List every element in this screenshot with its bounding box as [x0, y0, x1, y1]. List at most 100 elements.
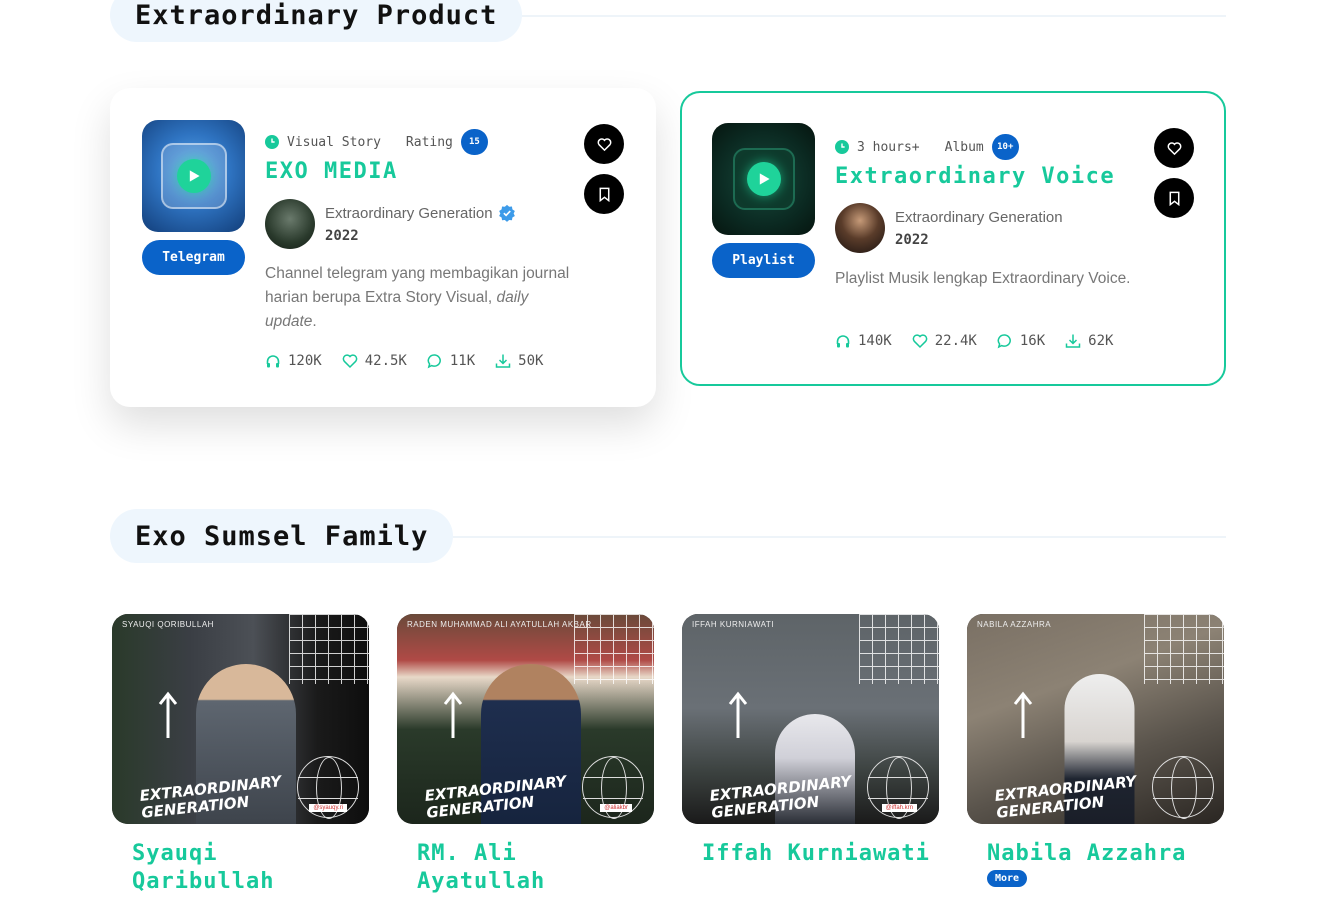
stat-value: 42.5K: [364, 353, 407, 369]
photo-handle: @iffah.krn: [881, 804, 917, 812]
member-card[interactable]: RADEN MUHAMMAD ALI AYATULLAH AKBAR EXTRA…: [397, 614, 654, 896]
meta-type: Visual Story: [287, 134, 381, 150]
meta-type: 3 hours+: [857, 139, 920, 155]
stat-value: 22.4K: [934, 333, 977, 349]
stat-value: 140K: [858, 333, 892, 349]
member-photo[interactable]: IFFAH KURNIAWATI EXTRAORDINARY GENERATIO…: [682, 614, 939, 824]
section-title: Exo Sumsel Family: [135, 520, 429, 552]
clock-icon: [835, 140, 849, 154]
section-title: Extraordinary Product: [135, 0, 498, 31]
meta-label: Rating: [405, 134, 453, 150]
product-stats: 140K 22.4K 16K 62K: [835, 333, 1133, 349]
product-thumbnail[interactable]: [142, 120, 245, 232]
description-end: .: [312, 313, 317, 330]
avatar: [265, 199, 315, 249]
product-thumbnail[interactable]: [712, 123, 815, 235]
stat-value: 11K: [449, 353, 476, 369]
product-card-extraordinary-voice[interactable]: Playlist 3 hours+ Album 10+ Extraordinar…: [680, 91, 1226, 386]
headphones-icon: [266, 355, 280, 368]
stat-downloads: 50K: [495, 353, 543, 369]
author-name-row: Extraordinary Generation: [325, 204, 516, 222]
more-button[interactable]: More: [987, 870, 1028, 887]
member-name[interactable]: RM. Ali Ayatullah: [397, 840, 654, 896]
section-header-products: Extraordinary Product: [110, 0, 523, 42]
member-card[interactable]: SYAUQI QORIBULLAH EXTRAORDINARY GENERATI…: [112, 614, 369, 896]
clock-icon: [265, 135, 279, 149]
product-meta: 3 hours+ Album 10+: [835, 134, 1019, 160]
stat-value: 50K: [518, 353, 544, 369]
headphones-icon: [836, 335, 850, 348]
member-card[interactable]: IFFAH KURNIAWATI EXTRAORDINARY GENERATIO…: [682, 614, 939, 868]
member-name[interactable]: Nabila Azzahra: [967, 840, 1224, 868]
meta-label: Album: [944, 139, 984, 155]
member-name[interactable]: Iffah Kurniawati: [682, 840, 939, 868]
arrow-up-icon: [158, 691, 178, 738]
play-icon[interactable]: [176, 159, 211, 193]
author-name: Extraordinary Generation: [895, 208, 1063, 226]
grid-decoration: [1144, 614, 1224, 684]
thumbnail-frame: [160, 143, 227, 209]
heart-icon: [1167, 141, 1181, 155]
photo-caption: IFFAH KURNIAWATI: [692, 620, 774, 629]
stat-comments: 11K: [427, 353, 475, 369]
member-photo[interactable]: NABILA AZZAHRA EXTRAORDINARY GENERATION: [967, 614, 1224, 824]
product-meta: Visual Story Rating 15: [265, 129, 488, 155]
photo-handle: @syauqy.ri: [309, 804, 347, 812]
member-photo[interactable]: SYAUQI QORIBULLAH EXTRAORDINARY GENERATI…: [112, 614, 369, 824]
heart-icon: [597, 137, 611, 151]
stat-listens: 120K: [265, 353, 322, 369]
bookmark-button[interactable]: [1154, 178, 1194, 218]
tag-button[interactable]: Playlist: [712, 243, 815, 278]
play-icon[interactable]: [746, 162, 781, 196]
comment-icon: [427, 354, 441, 369]
arrow-up-icon: [1013, 691, 1033, 738]
member-card[interactable]: NABILA AZZAHRA EXTRAORDINARY GENERATION …: [967, 614, 1224, 887]
download-icon: [495, 354, 511, 368]
heart-icon: [342, 354, 358, 369]
product-title[interactable]: Extraordinary Voice: [835, 164, 1115, 189]
stat-value: 16K: [1019, 333, 1046, 349]
stat-listens: 140K: [835, 333, 892, 349]
bookmark-button[interactable]: [584, 174, 624, 214]
product-author: Extraordinary Generation 2022: [265, 199, 516, 249]
like-button[interactable]: [584, 124, 624, 164]
photo-handle: @aliakbr: [600, 804, 632, 812]
meta-badge: 15: [460, 129, 488, 155]
product-description: Playlist Musik lengkap Extraordinary Voi…: [835, 267, 1135, 291]
product-card-exo-media[interactable]: Telegram Visual Story Rating 15 EXO MEDI…: [110, 88, 656, 407]
stat-comments: 16K: [997, 333, 1045, 349]
heart-icon: [912, 334, 928, 349]
member-name[interactable]: Syauqi Qaribullah: [112, 840, 369, 896]
product-title[interactable]: EXO MEDIA: [265, 159, 398, 184]
avatar: [835, 203, 885, 253]
section-pill: Extraordinary Product: [110, 0, 523, 42]
author-name: Extraordinary Generation: [325, 204, 493, 222]
author-name-row: Extraordinary Generation: [895, 209, 1063, 226]
product-author: Extraordinary Generation 2022: [835, 203, 1063, 253]
author-year: 2022: [895, 231, 929, 248]
bookmark-icon: [599, 187, 609, 202]
verified-badge-icon: [498, 204, 515, 222]
comment-icon: [997, 334, 1011, 349]
author-year: 2022: [325, 228, 359, 244]
grid-decoration: [289, 614, 369, 684]
photo-caption: RADEN MUHAMMAD ALI AYATULLAH AKBAR: [407, 620, 592, 629]
like-button[interactable]: [1154, 128, 1194, 168]
stat-value: 62K: [1088, 333, 1114, 349]
tag-button[interactable]: Telegram: [142, 240, 245, 275]
section-pill: Exo Sumsel Family: [110, 509, 454, 563]
stat-likes: 42.5K: [342, 353, 407, 369]
section-divider: [453, 536, 1226, 538]
member-photo[interactable]: RADEN MUHAMMAD ALI AYATULLAH AKBAR EXTRA…: [397, 614, 654, 824]
photo-caption: SYAUQI QORIBULLAH: [122, 620, 214, 629]
stat-downloads: 62K: [1065, 333, 1113, 349]
section-header-family: Exo Sumsel Family: [110, 509, 454, 563]
bookmark-icon: [1169, 191, 1179, 206]
product-description: Channel telegram yang membagikan journal…: [265, 262, 575, 334]
stat-likes: 22.4K: [912, 333, 977, 349]
arrow-up-icon: [443, 691, 463, 738]
section-divider: [522, 15, 1226, 17]
description-text: Playlist Musik lengkap Extraordinary Voi…: [835, 270, 1131, 287]
stat-value: 120K: [288, 353, 322, 369]
product-stats: 120K 42.5K 11K 50K: [265, 353, 563, 369]
